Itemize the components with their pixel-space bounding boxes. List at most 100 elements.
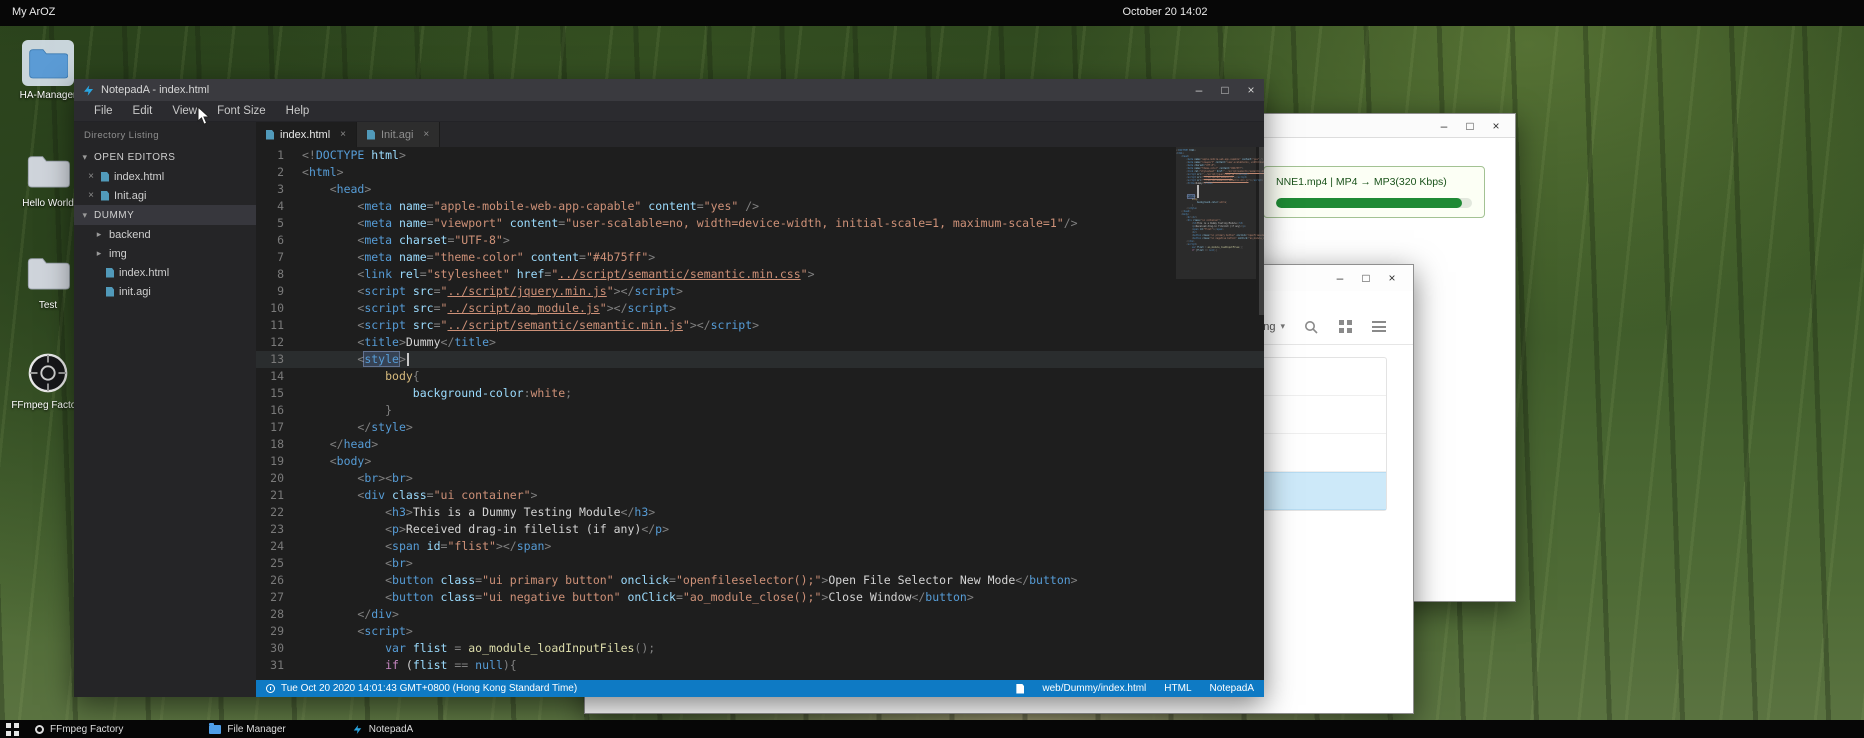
clock-icon: [266, 684, 275, 693]
minimize-button[interactable]: –: [1327, 272, 1353, 284]
taskbar-item-ffmpeg-factory[interactable]: FFmpeg Factory: [35, 724, 123, 735]
close-icon[interactable]: ×: [423, 129, 429, 140]
close-button[interactable]: ×: [1483, 120, 1509, 132]
code-line[interactable]: 21 <div class="ui container">: [256, 487, 1264, 504]
notepada-menubar: File Edit View Font Size Help: [74, 101, 1264, 122]
code-line[interactable]: 22 <h3>This is a Dummy Testing Module</h…: [256, 504, 1264, 521]
code-line[interactable]: 25 <br>: [256, 555, 1264, 572]
tab-bar: index.html × Init.agi ×: [256, 122, 1264, 147]
list-view-icon[interactable]: [1371, 319, 1387, 335]
code-line[interactable]: 4 <meta name="apple-mobile-web-app-capab…: [256, 198, 1264, 215]
close-button[interactable]: ×: [1379, 272, 1405, 284]
statusbar-filepath: web/Dummy/index.html: [1042, 683, 1146, 694]
tree-item-label: index.html: [119, 267, 169, 279]
chevron-down-icon: ▾: [80, 210, 90, 221]
maximize-button[interactable]: □: [1457, 120, 1483, 132]
code-line[interactable]: 19 <body>: [256, 453, 1264, 470]
code-line[interactable]: 15 background-color:white;: [256, 385, 1264, 402]
code-line[interactable]: 3 <head>: [256, 181, 1264, 198]
maximize-button[interactable]: □: [1212, 84, 1238, 96]
code-line[interactable]: 17 </style>: [256, 419, 1264, 436]
code-line[interactable]: 12 <title>Dummy</title>: [256, 334, 1264, 351]
code-line[interactable]: 8 <link rel="stylesheet" href="../script…: [256, 266, 1264, 283]
notepada-icon: [352, 724, 363, 735]
folder-icon: [22, 250, 74, 296]
code-line[interactable]: 18 </head>: [256, 436, 1264, 453]
chevron-right-icon: ▸: [94, 248, 104, 259]
menu-file[interactable]: File: [84, 105, 123, 117]
tree-file-init-agi[interactable]: init.agi: [74, 282, 256, 301]
workspace-section[interactable]: ▾ DUMMY: [74, 205, 256, 225]
taskbar-item-notepada[interactable]: NotepadA: [352, 724, 413, 735]
code-line[interactable]: 2<html>: [256, 164, 1264, 181]
open-editor-init-agi[interactable]: × Init.agi: [74, 186, 256, 205]
code-line[interactable]: 11 <script src="../script/semantic/seman…: [256, 317, 1264, 334]
code-line[interactable]: 6 <meta charset="UTF-8">: [256, 232, 1264, 249]
maximize-button[interactable]: □: [1353, 272, 1379, 284]
taskbar-item-label: NotepadA: [369, 724, 413, 735]
taskbar-item-file-manager[interactable]: File Manager: [209, 724, 285, 735]
conversion-job-label: NNE1.mp4 | MP4 → MP3(320 Kbps): [1276, 176, 1472, 188]
code-line[interactable]: 23 <p>Received drag-in filelist (if any)…: [256, 521, 1264, 538]
close-icon[interactable]: ×: [340, 129, 346, 140]
code-line[interactable]: 9 <script src="../script/jquery.min.js">…: [256, 283, 1264, 300]
file-icon: [266, 130, 274, 140]
file-icon: [106, 268, 114, 278]
code-line[interactable]: 16 }: [256, 402, 1264, 419]
search-icon[interactable]: [1303, 319, 1319, 335]
open-editor-label: Init.agi: [114, 190, 146, 202]
tree-file-index-html[interactable]: index.html: [74, 263, 256, 282]
tab-index-html[interactable]: index.html ×: [256, 122, 357, 147]
menu-view[interactable]: View: [162, 105, 207, 117]
code-line[interactable]: 5 <meta name="viewport" content="user-sc…: [256, 215, 1264, 232]
code-line[interactable]: 13 <style>: [256, 351, 1264, 368]
minimize-button[interactable]: –: [1431, 120, 1457, 132]
minimize-button[interactable]: –: [1186, 84, 1212, 96]
code-line[interactable]: 28 </div>: [256, 606, 1264, 623]
file-icon: [101, 191, 109, 201]
notepad-statusbar: Tue Oct 20 2020 14:01:43 GMT+0800 (Hong …: [256, 680, 1264, 697]
code-line[interactable]: 26 <button class="ui primary button" onc…: [256, 572, 1264, 589]
taskbar-item-label: FFmpeg Factory: [50, 724, 123, 735]
code-line[interactable]: 14 body{: [256, 368, 1264, 385]
code-line[interactable]: 30 var flist = ao_module_loadInputFiles(…: [256, 640, 1264, 657]
notepada-titlebar[interactable]: NotepadA - index.html – □ ×: [74, 79, 1264, 101]
open-editors-label: OPEN EDITORS: [94, 152, 175, 163]
code-line[interactable]: 10 <script src="../script/ao_module.js">…: [256, 300, 1264, 317]
statusbar-datetime: Tue Oct 20 2020 14:01:43 GMT+0800 (Hong …: [281, 683, 577, 694]
tree-folder-img[interactable]: ▸ img: [74, 244, 256, 263]
code-line[interactable]: 24 <span id="flist"></span>: [256, 538, 1264, 555]
menu-font-size[interactable]: Font Size: [207, 105, 276, 117]
workspace-label: DUMMY: [94, 210, 134, 221]
taskbar-item-label: File Manager: [227, 724, 285, 735]
editor-scrollbar[interactable]: [1259, 147, 1264, 315]
grid-view-icon[interactable]: [1337, 319, 1353, 335]
top-menubar: My ArOZ October 20 14:02: [0, 0, 1864, 26]
close-button[interactable]: ×: [1238, 84, 1264, 96]
code-line[interactable]: 27 <button class="ui negative button" on…: [256, 589, 1264, 606]
code-line[interactable]: 31 if (flist == null){: [256, 657, 1264, 674]
tab-init-agi[interactable]: Init.agi ×: [357, 122, 440, 147]
chevron-down-icon: ▾: [1280, 321, 1285, 332]
taskbar: FFmpeg Factory File Manager NotepadA: [0, 720, 1864, 738]
menu-help[interactable]: Help: [276, 105, 320, 117]
file-icon: [106, 287, 114, 297]
statusbar-language[interactable]: HTML: [1164, 683, 1191, 694]
open-editors-section[interactable]: ▾ OPEN EDITORS: [74, 147, 256, 167]
code-line[interactable]: 20 <br><br>: [256, 470, 1264, 487]
code-editor[interactable]: 1<!DOCTYPE html>2<html>3 <head>4 <meta n…: [256, 147, 1264, 680]
minimap-slider[interactable]: [1176, 147, 1256, 279]
code-line[interactable]: 7 <meta name="theme-color" content="#4b7…: [256, 249, 1264, 266]
apps-menu-icon[interactable]: [6, 723, 19, 736]
code-line[interactable]: 29 <script>: [256, 623, 1264, 640]
close-icon[interactable]: ×: [86, 190, 96, 201]
aroz-brand[interactable]: My ArOZ: [12, 6, 55, 18]
close-icon[interactable]: ×: [86, 171, 96, 182]
window-title: NotepadA - index.html: [101, 84, 209, 96]
ffmpeg-factory-icon: [22, 350, 74, 396]
menu-edit[interactable]: Edit: [123, 105, 163, 117]
open-editor-index-html[interactable]: × index.html: [74, 167, 256, 186]
tree-folder-backend[interactable]: ▸ backend: [74, 225, 256, 244]
tree-item-label: init.agi: [119, 286, 151, 298]
code-line[interactable]: 1<!DOCTYPE html>: [256, 147, 1264, 164]
